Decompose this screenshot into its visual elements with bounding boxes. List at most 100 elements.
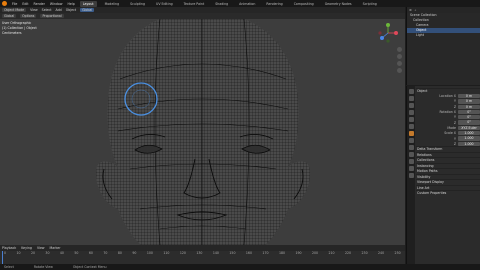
mode-select[interactable]: Object Mode (2, 7, 27, 13)
camera-view-icon[interactable] (397, 61, 402, 66)
status-select-hint: Select (4, 265, 14, 269)
frame-number: 100 (146, 251, 153, 255)
menu-add[interactable]: Add (56, 8, 62, 12)
frame-number: 60 (88, 251, 93, 255)
menu-marker[interactable]: Marker (50, 246, 61, 250)
tab-texture-paint[interactable]: Texture Paint (181, 1, 208, 7)
menu-timeline-view[interactable]: View (37, 246, 45, 250)
properties-tabs (407, 86, 415, 264)
material-tab-icon[interactable] (408, 173, 414, 178)
playhead[interactable] (2, 251, 3, 264)
prop-field[interactable]: 1.000 (458, 131, 480, 136)
menu-playback[interactable]: Playback (2, 246, 16, 250)
tab-layout[interactable]: Layout (79, 0, 97, 7)
prop-field[interactable]: 1.000 (458, 136, 480, 141)
tab-shading[interactable]: Shading (212, 1, 231, 7)
outliner-item[interactable]: Light (407, 33, 480, 38)
constraints-tab-icon[interactable] (408, 159, 414, 164)
tab-geometry-nodes[interactable]: Geometry Nodes (322, 1, 355, 7)
frame-number: 200 (311, 251, 319, 255)
pan-hand-icon[interactable] (397, 54, 402, 59)
tab-animation[interactable]: Animation (236, 1, 258, 7)
section-custom-properties[interactable]: Custom Properties (416, 190, 480, 196)
prop-label: Y (454, 115, 456, 120)
status-rotate-hint: Rotate View (33, 265, 53, 269)
particles-tab-icon[interactable] (408, 145, 414, 150)
prop-label: Z (453, 120, 456, 125)
frame-number: 10 (16, 251, 21, 255)
view-layer-tab-icon[interactable] (408, 110, 414, 115)
tab-uv-editing[interactable]: UV Editing (153, 1, 176, 7)
frame-number: 180 (278, 251, 286, 255)
frame-number: 190 (295, 251, 302, 255)
tab-modeling[interactable]: Modeling (102, 1, 123, 7)
menu-view[interactable]: View (30, 8, 38, 12)
frame-number: 230 (361, 251, 368, 255)
prop-field[interactable]: 0° (458, 115, 480, 120)
outliner-display-icon[interactable]: ≡ (409, 8, 412, 12)
menu-keying[interactable]: Keying (21, 246, 32, 250)
frame-number: 20 (30, 251, 35, 255)
prop-label: Z (453, 104, 456, 109)
frame-number: 250 (394, 251, 401, 255)
frame-number: 0 (4, 251, 7, 255)
grid-view-icon[interactable] (397, 68, 402, 73)
frame-ruler: 0 10 20 30 40 50 60 70 80 90 100 110 120… (0, 251, 405, 256)
prop-field[interactable]: 0° (458, 109, 480, 115)
frame-number: 130 (196, 251, 203, 255)
modifier-tab-icon[interactable] (408, 138, 414, 143)
scene-tab-icon[interactable] (408, 117, 414, 122)
tab-compositing[interactable]: Compositing (291, 1, 317, 7)
physics-tab-icon[interactable] (408, 152, 414, 157)
frame-number: 90 (132, 251, 137, 255)
prop-field[interactable]: 0° (458, 120, 480, 125)
prop-field[interactable]: 1.000 (458, 141, 480, 146)
prop-field[interactable]: 0 m (458, 94, 480, 99)
frame-number: 240 (378, 251, 385, 255)
menu-object[interactable]: Object (66, 8, 76, 12)
top-bar: File Edit Render Window Help Layout Mode… (0, 0, 480, 7)
menu-edit[interactable]: Edit (22, 2, 28, 6)
frame-number: 220 (345, 251, 352, 255)
frame-number: 70 (103, 251, 108, 255)
tab-sculpting[interactable]: Sculpting (127, 1, 148, 7)
prop-label: Y (454, 136, 456, 141)
menu-select[interactable]: Select (42, 8, 52, 12)
timeline[interactable]: 0 10 20 30 40 50 60 70 80 90 100 110 120… (0, 251, 405, 264)
prop-field[interactable]: XYZ Euler (458, 125, 480, 131)
tool-tab-icon[interactable] (408, 89, 414, 94)
prop-field[interactable]: 0 m (458, 99, 480, 104)
prop-label: Location X (439, 94, 456, 99)
data-tab-icon[interactable] (408, 166, 414, 171)
frame-number: 40 (59, 251, 64, 255)
tab-rendering[interactable]: Rendering (263, 1, 285, 7)
frame-number: 80 (117, 251, 122, 255)
prop-label: Y (454, 99, 456, 104)
outliner-search-icon[interactable]: ⌕ (415, 8, 417, 12)
prop-field[interactable]: 0 m (458, 104, 480, 109)
world-tab-icon[interactable] (408, 124, 414, 129)
3d-viewport[interactable]: User Orthographic (1) Collection | Objec… (0, 19, 405, 245)
render-tab-icon[interactable] (408, 96, 414, 101)
output-tab-icon[interactable] (408, 103, 414, 108)
object-properties: Object Location X0 m Y0 m Z0 m Rotation … (416, 88, 480, 196)
frame-number: 210 (328, 251, 335, 255)
status-context-hint: Object Context Menu (72, 265, 107, 269)
frame-number: 110 (163, 251, 170, 255)
transform-orientation-select[interactable]: Global (80, 7, 95, 13)
menu-help[interactable]: Help (67, 2, 74, 6)
menu-window[interactable]: Window (50, 2, 63, 6)
head-mesh-wireframe (95, 19, 311, 245)
menu-render[interactable]: Render (34, 2, 45, 6)
blender-logo-icon[interactable] (2, 1, 7, 6)
proportional-edit-toggle[interactable]: Proportional (40, 13, 64, 19)
tab-scripting[interactable]: Scripting (360, 1, 380, 7)
object-tab-icon[interactable] (408, 131, 414, 136)
frame-number: 160 (245, 251, 252, 255)
navigation-gizmo-icon[interactable] (377, 22, 399, 44)
menu-file[interactable]: File (12, 2, 17, 6)
options-dropdown[interactable]: Options (20, 13, 37, 19)
zoom-icon[interactable] (397, 47, 402, 52)
orientation-dropdown[interactable]: Global (2, 13, 17, 19)
viewport-info: User Orthographic (1) Collection | Objec… (2, 21, 37, 36)
